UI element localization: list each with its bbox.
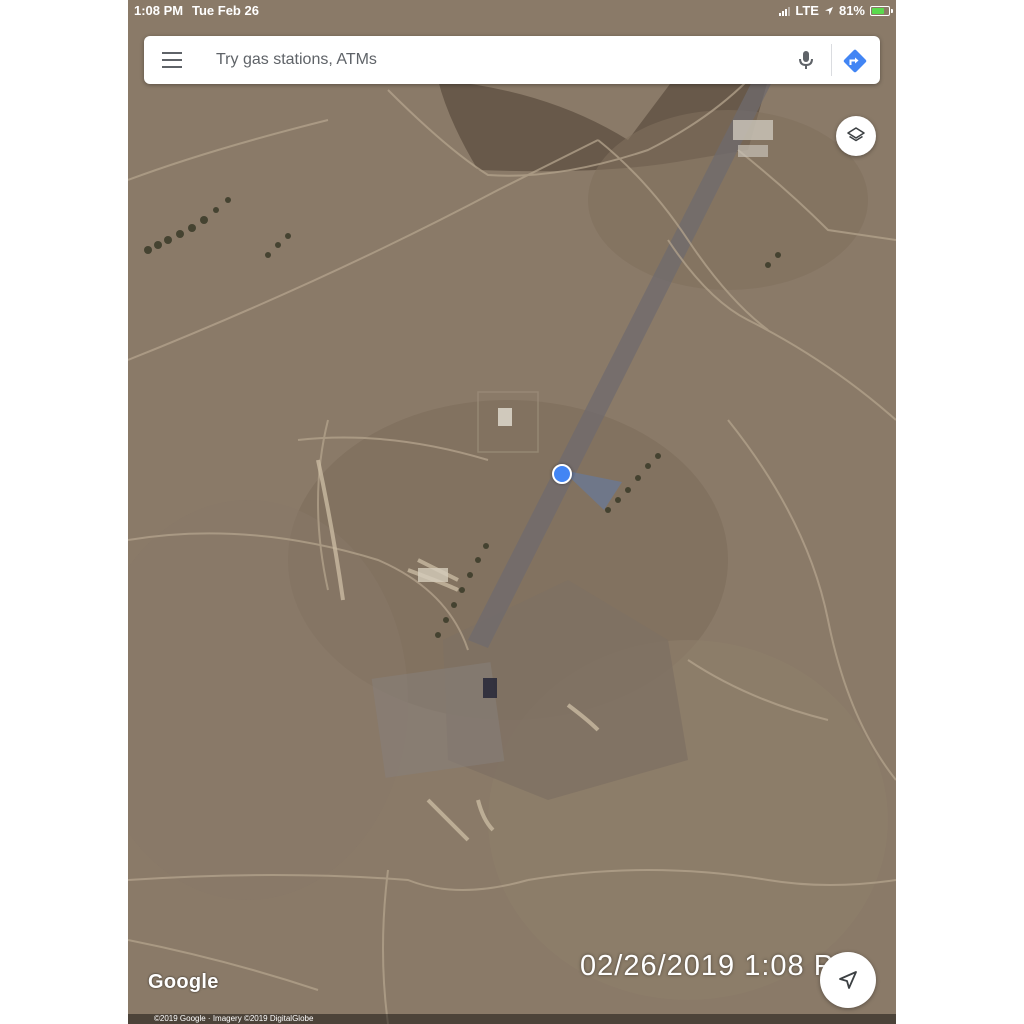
timestamp-overlay: 02/26/2019 1:08 PM xyxy=(580,950,860,982)
search-bar[interactable]: Try gas stations, ATMs xyxy=(144,36,880,84)
search-divider xyxy=(831,44,832,76)
map-attribution: ©2019 Google · Imagery ©2019 DigitalGlob… xyxy=(154,1014,314,1023)
status-bar: 1:08 PM Tue Feb 26 LTE 81% xyxy=(128,0,896,22)
battery-icon xyxy=(870,5,893,16)
navigation-arrow-icon xyxy=(839,971,857,989)
status-date: Tue Feb 26 xyxy=(192,3,259,18)
mic-icon[interactable] xyxy=(794,48,818,72)
google-logo: Google xyxy=(148,971,219,993)
current-location-dot[interactable] xyxy=(552,464,572,484)
layers-button[interactable] xyxy=(836,116,876,156)
network-type: LTE xyxy=(795,3,819,18)
directions-icon[interactable] xyxy=(842,48,868,74)
satellite-map[interactable] xyxy=(128,0,896,1024)
status-indicators: LTE 81% xyxy=(779,3,893,18)
phone-screen: 1:08 PM Tue Feb 26 LTE 81% Try gas stati… xyxy=(128,0,896,1024)
map-attribution-bar: ©2019 Google · Imagery ©2019 DigitalGlob… xyxy=(128,1014,896,1024)
battery-percentage: 81% xyxy=(838,3,865,18)
layers-icon xyxy=(847,127,865,142)
cellular-signal-icon xyxy=(779,6,791,16)
location-services-icon xyxy=(824,6,833,15)
menu-icon[interactable] xyxy=(162,52,182,68)
search-input[interactable]: Try gas stations, ATMs xyxy=(216,51,377,69)
status-time: 1:08 PM xyxy=(134,3,184,18)
navigate-button[interactable] xyxy=(820,952,876,1008)
